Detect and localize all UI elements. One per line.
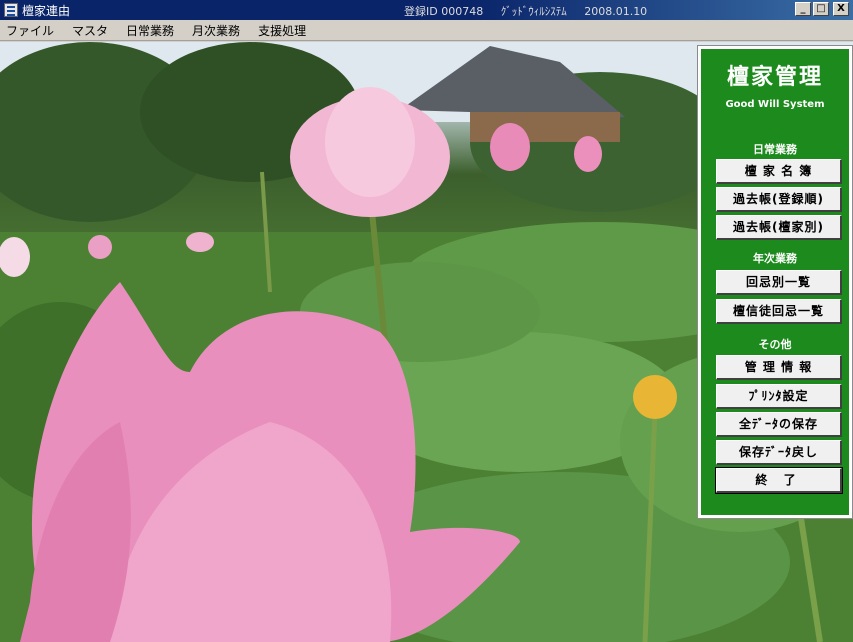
title-meta: 登録ID 000748 ｸﾞｯﾄﾞｳｨﾙｼｽﾃﾑ 2008.01.10 — [404, 3, 661, 19]
close-icon[interactable]: X — [833, 2, 849, 16]
section-other: その他 — [758, 338, 792, 351]
printer-settings-button[interactable]: ﾌﾟﾘﾝﾀ設定 — [716, 384, 842, 409]
date-display: 2008.01.10 — [584, 5, 648, 18]
panel-subtitle: Good Will System — [725, 99, 825, 110]
minimize-icon[interactable]: _ — [795, 2, 811, 16]
registration-id: 登録ID 000748 — [404, 5, 484, 18]
exit-button[interactable]: 終 了 — [715, 467, 843, 494]
window-controls: _ □ X — [795, 2, 849, 16]
main-menu-panel: 檀家管理 Good Will System 日常業務 檀 家 名 簿 過去帳(登… — [697, 45, 853, 519]
backup-all-button[interactable]: 全ﾃﾞｰﾀの保存 — [716, 412, 842, 437]
section-yearly: 年次業務 — [753, 252, 797, 265]
restore-data-button[interactable]: 保存ﾃﾞｰﾀ戻し — [716, 440, 842, 465]
kaiki-list-button[interactable]: 回忌別一覧 — [716, 270, 842, 295]
menu-monthly[interactable]: 月次業務 — [183, 22, 249, 39]
menu-file[interactable]: ファイル — [0, 22, 63, 39]
panel-title: 檀家管理 — [726, 64, 823, 90]
kakocho-danka-button[interactable]: 過去帳(檀家別) — [716, 215, 842, 240]
admin-info-button[interactable]: 管 理 情 報 — [716, 355, 842, 380]
danka-list-button[interactable]: 檀 家 名 簿 — [716, 159, 842, 184]
menu-daily[interactable]: 日常業務 — [117, 22, 183, 39]
maximize-icon[interactable]: □ — [813, 2, 829, 16]
title-bar: 檀家連由 登録ID 000748 ｸﾞｯﾄﾞｳｨﾙｼｽﾃﾑ 2008.01.10… — [0, 0, 853, 20]
menu-bar: ファイル マスタ 日常業務 月次業務 支援処理 — [0, 20, 853, 41]
window-title: 檀家連由 — [22, 3, 71, 18]
menu-support[interactable]: 支援処理 — [249, 22, 315, 39]
vendor-name: ｸﾞｯﾄﾞｳｨﾙｼｽﾃﾑ — [500, 5, 567, 18]
menu-master[interactable]: マスタ — [63, 22, 117, 39]
app-icon[interactable] — [4, 3, 18, 17]
kakocho-registration-button[interactable]: 過去帳(登録順) — [716, 187, 842, 212]
danshinto-kaiki-button[interactable]: 檀信徒回忌一覧 — [716, 299, 842, 324]
section-daily: 日常業務 — [753, 143, 797, 156]
